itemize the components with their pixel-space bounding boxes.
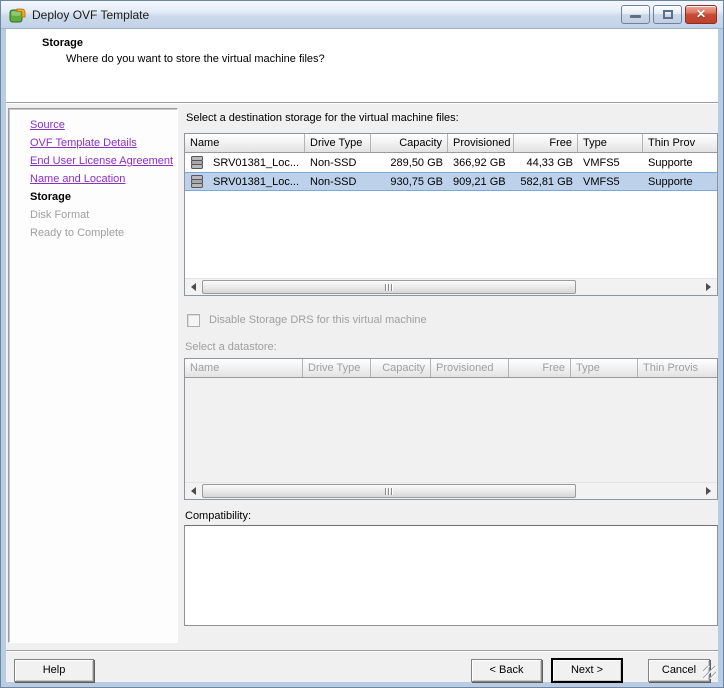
window-title: Deploy OVF Template: [32, 8, 621, 22]
disk-drive-icon: [191, 175, 203, 188]
drive-type-cell: Non-SSD: [305, 176, 371, 188]
type-cell: VMFS5: [578, 176, 643, 188]
page-title: Storage: [42, 37, 718, 49]
storage-step-content: Select a destination storage for the vir…: [184, 104, 718, 645]
free-cell: 44,33 GB: [514, 157, 578, 169]
destination-storage-table: Name Drive Type Capacity Provisioned Fre…: [184, 133, 718, 296]
datastore-name-cell: SRV01381_Loc...: [185, 175, 305, 188]
hscroll-thumb[interactable]: [202, 280, 576, 294]
next-button[interactable]: Next >: [552, 659, 622, 682]
column-header-thin-prov[interactable]: Thin Prov: [643, 134, 717, 152]
wizard-steps-panel: Source OVF Template Details End User Lic…: [8, 108, 178, 643]
sidebar-item-source[interactable]: Source: [30, 116, 177, 134]
sidebar-item-eula[interactable]: End User License Agreement: [30, 152, 177, 170]
column-header-free[interactable]: Free: [514, 134, 578, 152]
back-button[interactable]: < Back: [471, 659, 542, 682]
capacity-cell: 930,75 GB: [371, 176, 448, 188]
storage-table-header: Name Drive Type Capacity Provisioned Fre…: [185, 134, 717, 153]
datastore-table-header: Name Drive Type Capacity Provisioned Fre…: [185, 359, 717, 378]
column-header-type: Type: [571, 359, 638, 377]
column-header-thin-prov: Thin Provis: [638, 359, 717, 377]
column-header-provisioned[interactable]: Provisioned: [448, 134, 514, 152]
right-arrow-icon[interactable]: [700, 483, 717, 499]
vsphere-app-icon: [9, 6, 26, 23]
footer-separator: [6, 650, 718, 652]
select-datastore-label: Select a datastore:: [185, 341, 718, 354]
minimize-icon: [630, 15, 641, 18]
resize-grip[interactable]: [703, 666, 716, 679]
free-cell: 582,81 GB: [514, 176, 578, 188]
cancel-button[interactable]: Cancel: [648, 659, 710, 682]
sidebar-item-ovf-details[interactable]: OVF Template Details: [30, 134, 177, 152]
datastore-name-text: SRV01381_Loc...: [213, 176, 299, 188]
compatibility-label: Compatibility:: [185, 510, 718, 524]
sidebar-item-name-location[interactable]: Name and Location: [30, 170, 177, 188]
deploy-ovf-template-dialog: Deploy OVF Template ✕ Storage Where do y…: [0, 0, 724, 688]
close-button[interactable]: ✕: [685, 5, 717, 24]
dialog-footer: Help < Back Next > Cancel: [6, 645, 718, 682]
datastore-row-1[interactable]: SRV01381_Loc... Non-SSD 289,50 GB 366,92…: [185, 153, 717, 172]
hscroll-thumb[interactable]: [202, 484, 576, 498]
maximize-icon: [663, 10, 673, 19]
column-header-drive-type[interactable]: Drive Type: [305, 134, 371, 152]
sidebar-item-ready: Ready to Complete: [30, 224, 177, 242]
column-header-name: Name: [185, 359, 303, 377]
disable-sdrs-checkbox: [187, 314, 200, 327]
capacity-cell: 289,50 GB: [371, 157, 448, 169]
datastore-table-empty-area: [185, 378, 717, 482]
storage-table-empty-area: [185, 191, 717, 278]
type-cell: VMFS5: [578, 157, 643, 169]
provisioned-cell: 909,21 GB: [448, 176, 514, 188]
datastore-row-2-selected[interactable]: SRV01381_Loc... Non-SSD 930,75 GB 909,21…: [185, 172, 717, 191]
datastore-name-cell: SRV01381_Loc...: [185, 156, 305, 169]
page-subtitle: Where do you want to store the virtual m…: [66, 53, 718, 65]
datastore-table-hscrollbar[interactable]: [185, 482, 717, 499]
column-header-free: Free: [509, 359, 571, 377]
storage-table-hscrollbar[interactable]: [185, 278, 717, 295]
column-header-capacity[interactable]: Capacity: [371, 134, 448, 152]
provisioned-cell: 366,92 GB: [448, 157, 514, 169]
destination-storage-label: Select a destination storage for the vir…: [186, 112, 718, 126]
disable-sdrs-label: Disable Storage DRS for this virtual mac…: [209, 314, 427, 326]
disk-drive-icon: [191, 156, 203, 169]
thin-prov-cell: Supporte: [643, 157, 717, 169]
column-header-provisioned: Provisioned: [431, 359, 509, 377]
drive-type-cell: Non-SSD: [305, 157, 371, 169]
sidebar-item-storage: Storage: [30, 188, 177, 206]
step-header: Storage Where do you want to store the v…: [6, 29, 718, 102]
column-header-name[interactable]: Name: [185, 134, 305, 152]
column-header-type[interactable]: Type: [578, 134, 643, 152]
compatibility-box: [184, 525, 718, 626]
close-icon: ✕: [686, 6, 716, 23]
title-bar: Deploy OVF Template ✕: [1, 1, 723, 29]
column-header-drive-type: Drive Type: [303, 359, 371, 377]
thin-prov-cell: Supporte: [643, 176, 717, 188]
maximize-button[interactable]: [653, 5, 682, 24]
right-arrow-icon[interactable]: [700, 279, 717, 295]
help-button[interactable]: Help: [14, 659, 94, 682]
left-arrow-icon[interactable]: [185, 483, 202, 499]
sidebar-item-disk-format: Disk Format: [30, 206, 177, 224]
left-arrow-icon[interactable]: [185, 279, 202, 295]
dialog-body: Storage Where do you want to store the v…: [6, 29, 718, 682]
datastore-name-text: SRV01381_Loc...: [213, 157, 299, 169]
minimize-button[interactable]: [621, 5, 650, 24]
column-header-capacity: Capacity: [371, 359, 431, 377]
datastore-table: Name Drive Type Capacity Provisioned Fre…: [184, 358, 718, 500]
disable-sdrs-row: Disable Storage DRS for this virtual mac…: [187, 313, 718, 327]
